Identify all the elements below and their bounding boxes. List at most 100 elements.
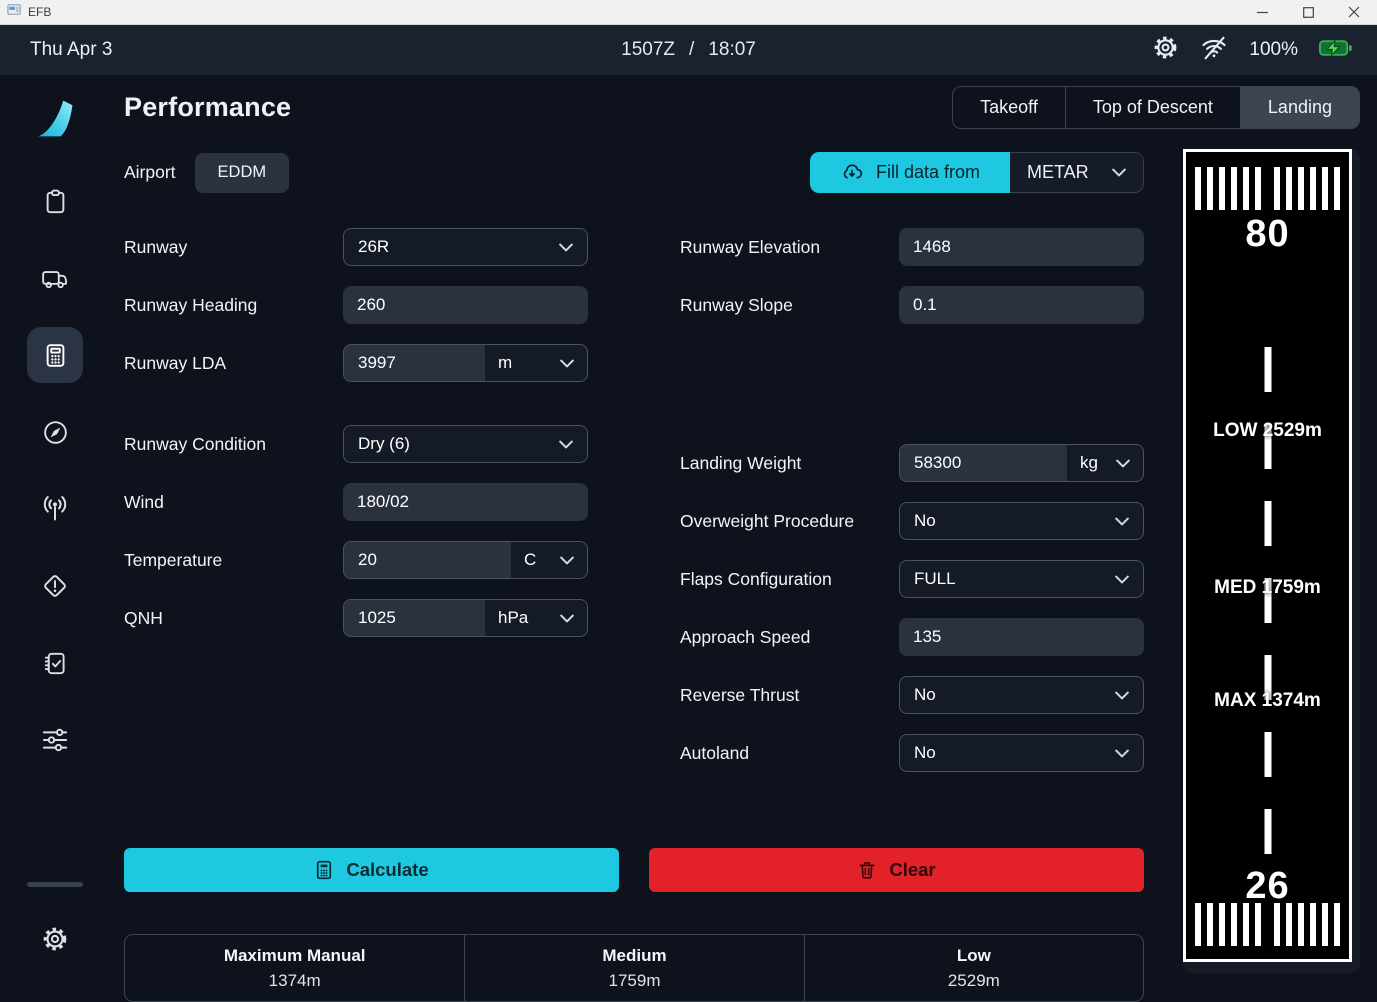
form-row-reverse-thrust: Reverse Thrust No (680, 676, 1144, 714)
marker-max-autobrake: MAX 1374m (1186, 690, 1349, 712)
window-title: EFB (28, 5, 51, 19)
flaps-configuration-select[interactable]: FULL (899, 560, 1144, 598)
chevron-down-icon (560, 359, 574, 368)
calculator-icon (314, 860, 334, 880)
airport-value-button[interactable]: EDDM (195, 153, 290, 193)
tab-landing[interactable]: Landing (1240, 87, 1359, 128)
form-row-runway-lda: Runway LDA m (124, 344, 588, 382)
battery-percentage: 100% (1249, 39, 1298, 61)
sidebar-item-navigation[interactable] (27, 404, 83, 460)
time-separator: / (689, 39, 694, 61)
form-row-runway-slope: Runway Slope (680, 286, 1144, 324)
calculator-icon (42, 342, 69, 369)
reverse-thrust-select[interactable]: No (899, 676, 1144, 714)
compass-icon (42, 419, 69, 446)
airport-label: Airport (124, 162, 176, 183)
tab-top-of-descent[interactable]: Top of Descent (1065, 87, 1240, 128)
sidebar-item-tuning[interactable] (27, 712, 83, 768)
performance-mode-tabs: Takeoff Top of Descent Landing (952, 86, 1360, 129)
form-row-runway-condition: Runway Condition Dry (6) (124, 425, 588, 463)
clear-button[interactable]: Clear (649, 848, 1144, 892)
chevron-down-icon (1115, 749, 1129, 758)
sidebar-item-vehicle[interactable] (27, 250, 83, 306)
clipboard-icon (42, 188, 69, 215)
statusbar-date: Thu Apr 3 (30, 39, 112, 61)
form-row-temperature: Temperature C (124, 541, 588, 579)
settings-gear-icon[interactable] (1152, 34, 1179, 66)
statusbar-clock: 1507Z / 18:07 (621, 39, 756, 61)
landing-weight-input[interactable] (900, 445, 1067, 481)
autoland-select[interactable]: No (899, 734, 1144, 772)
sidebar-divider (27, 882, 83, 887)
marker-med-autobrake: MED 1759m (1186, 577, 1349, 599)
result-medium: Medium 1759m (464, 935, 803, 1001)
fill-source-select[interactable]: METAR (1010, 152, 1144, 193)
utc-time: 1507Z (621, 39, 675, 61)
chevron-down-icon (559, 440, 573, 449)
gear-icon (41, 925, 69, 953)
page-title: Performance (124, 92, 291, 123)
runway-heading-input[interactable] (343, 286, 588, 324)
trash-icon (857, 860, 877, 880)
runway-lda-input[interactable] (344, 345, 485, 381)
tab-takeoff[interactable]: Takeoff (953, 87, 1065, 128)
chevron-down-icon (1116, 459, 1130, 468)
runway-visualization: 80 LOW 2529m MED 1759m MAX 1374m 26 (1183, 149, 1360, 1002)
chevron-down-icon (1115, 517, 1129, 526)
form-row-overweight-procedure: Overweight Procedure No (680, 502, 1144, 540)
form-row-runway-elevation: Runway Elevation (680, 228, 1144, 266)
close-button[interactable] (1331, 0, 1377, 24)
qnh-unit-select[interactable]: hPa (485, 600, 587, 636)
window-titlebar: EFB (0, 0, 1377, 25)
runway-slope-input[interactable] (899, 286, 1144, 324)
fill-data-button[interactable]: Fill data from (810, 152, 1010, 193)
temperature-unit-select[interactable]: C (511, 542, 587, 578)
sidebar-item-settings[interactable] (27, 911, 83, 967)
result-low: Low 2529m (804, 935, 1143, 1001)
sidebar-item-radio[interactable] (27, 481, 83, 537)
marker-low-autobrake: LOW 2529m (1186, 420, 1349, 442)
sliders-icon (41, 726, 69, 754)
wifi-off-icon[interactable] (1200, 35, 1228, 66)
chevron-down-icon (1115, 575, 1129, 584)
landing-weight-unit-select[interactable]: kg (1067, 445, 1143, 481)
sidebar-item-hazard[interactable] (27, 558, 83, 614)
local-time: 18:07 (708, 39, 756, 61)
maximize-button[interactable] (1285, 0, 1331, 24)
wind-input[interactable] (343, 483, 588, 521)
runway-elevation-input[interactable] (899, 228, 1144, 266)
runway-number-far: 80 (1186, 215, 1349, 253)
form-row-landing-weight: Landing Weight kg (680, 444, 1144, 482)
warning-diamond-icon (41, 572, 69, 600)
runway-select[interactable]: 26R (343, 228, 588, 266)
runway-number-near: 26 (1186, 867, 1349, 905)
result-maximum-manual: Maximum Manual 1374m (125, 935, 464, 1001)
runway-condition-select[interactable]: Dry (6) (343, 425, 588, 463)
runway-lda-unit-select[interactable]: m (485, 345, 587, 381)
approach-speed-input[interactable] (899, 618, 1144, 656)
statusbar: Thu Apr 3 1507Z / 18:07 100% (0, 25, 1377, 75)
calculate-button[interactable]: Calculate (124, 848, 619, 892)
form-row-runway-heading: Runway Heading (124, 286, 588, 324)
sidebar-item-clipboard[interactable] (27, 173, 83, 229)
battery-charging-icon (1319, 39, 1352, 62)
truck-icon (41, 265, 69, 292)
antenna-icon (41, 495, 69, 523)
sidebar-item-checklist[interactable] (27, 635, 83, 691)
temperature-input[interactable] (344, 542, 511, 578)
overweight-procedure-select[interactable]: No (899, 502, 1144, 540)
sidebar-item-performance[interactable] (27, 327, 83, 383)
qnh-input[interactable] (344, 600, 485, 636)
form-row-flaps-configuration: Flaps Configuration FULL (680, 560, 1144, 598)
chevron-down-icon (560, 614, 574, 623)
form-row-runway: Runway 26R (124, 228, 588, 266)
chevron-down-icon (1115, 691, 1129, 700)
runway-threshold-stripes-far (1186, 167, 1349, 210)
form-row-approach-speed: Approach Speed (680, 618, 1144, 656)
cloud-download-icon (840, 161, 864, 185)
minimize-button[interactable] (1239, 0, 1285, 24)
form-row-qnh: QNH hPa (124, 599, 588, 637)
app-window-icon (7, 2, 22, 22)
chevron-down-icon (1112, 168, 1126, 177)
airline-logo-icon (33, 97, 77, 141)
